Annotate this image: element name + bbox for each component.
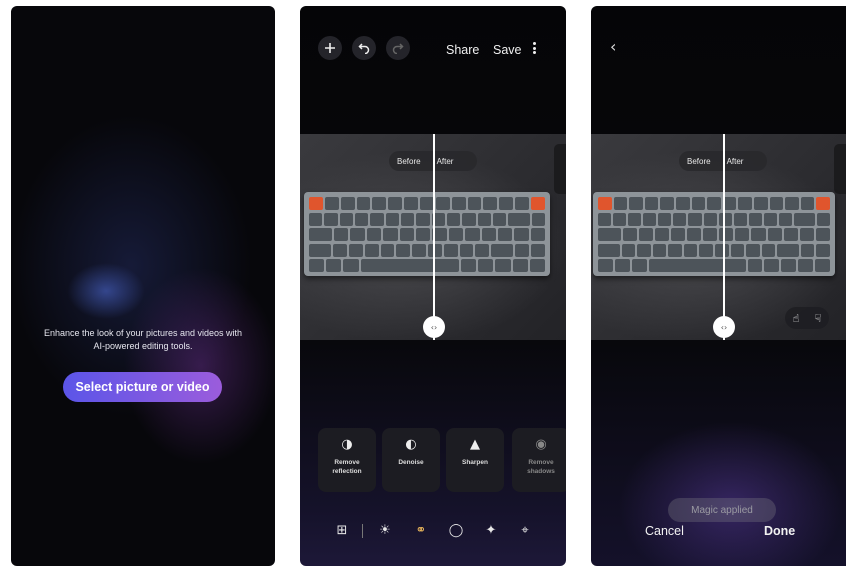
plus-icon: [325, 43, 335, 53]
compare-slider-handle[interactable]: ‹›: [423, 316, 445, 338]
feedback-buttons: ☝ ☟: [785, 307, 829, 329]
crop-icon[interactable]: ⌖: [517, 523, 533, 539]
back-chevron-icon[interactable]: ‹: [610, 37, 616, 56]
sharpen-icon: ▲: [470, 437, 480, 452]
compare-divider: [433, 134, 435, 340]
redo-button[interactable]: [386, 36, 410, 60]
tool-sharpen[interactable]: ▲ Sharpen: [446, 428, 504, 492]
keyboard-photo: [304, 192, 550, 276]
brightness-icon[interactable]: ☀: [377, 523, 393, 539]
portrait-icon[interactable]: ◯: [448, 523, 464, 539]
editor-screen: Share Save Before After ‹› ◑ Remove refl…: [300, 6, 566, 566]
done-button[interactable]: Done: [764, 524, 795, 538]
tool-label: Denoise: [398, 459, 424, 466]
background-object: [554, 144, 566, 194]
filter-icon[interactable]: ⚭: [413, 523, 429, 539]
arrows-horizontal-icon: ‹›: [430, 322, 438, 332]
share-button[interactable]: Share: [446, 43, 479, 57]
result-screen: ‹ Before After ‹› ☝ ☟ Magic applied Canc…: [591, 6, 846, 566]
tool-remove-reflection[interactable]: ◑ Remove reflection: [318, 428, 376, 492]
tool-denoise[interactable]: ◐ Denoise: [382, 428, 440, 492]
ai-effects-icon[interactable]: ✦: [483, 523, 499, 539]
tool-remove-shadows[interactable]: ◉ Remove shadows: [512, 428, 566, 492]
redo-icon: [392, 43, 404, 54]
cancel-button[interactable]: Cancel: [645, 524, 684, 538]
magic-applied-toast: Magic applied: [668, 498, 776, 522]
denoise-icon: ◐: [405, 437, 417, 452]
transform-icon[interactable]: ⊞: [334, 523, 350, 539]
before-label: Before: [687, 156, 711, 166]
arrows-horizontal-icon: ‹›: [720, 322, 728, 332]
remove-reflection-icon: ◑: [341, 437, 353, 452]
thumbs-down-icon[interactable]: ☟: [807, 312, 829, 325]
keyboard-photo: [593, 192, 835, 276]
thumbs-up-icon[interactable]: ☝: [785, 312, 807, 325]
undo-icon: [358, 43, 370, 54]
compare-slider-handle[interactable]: ‹›: [713, 316, 735, 338]
tool-label: Sharpen: [461, 459, 488, 466]
toolbar-separator: [362, 524, 363, 538]
remove-shadows-icon: ◉: [535, 437, 547, 452]
intro-text: Enhance the look of your pictures and vi…: [43, 328, 243, 351]
before-label: Before: [397, 156, 421, 166]
select-picture-button[interactable]: Select picture or video: [63, 372, 222, 402]
background-object: [834, 144, 846, 194]
tool-label: Remove shadows: [527, 459, 555, 475]
start-screen: Enhance the look of your pictures and vi…: [11, 6, 275, 566]
undo-button[interactable]: [352, 36, 376, 60]
photo-preview: Before After ‹›: [300, 134, 566, 340]
save-button[interactable]: Save: [493, 43, 522, 57]
add-button[interactable]: [318, 36, 342, 60]
more-options-icon[interactable]: [531, 40, 537, 56]
compare-divider: [723, 134, 725, 340]
tool-label: Remove reflection: [332, 459, 362, 475]
